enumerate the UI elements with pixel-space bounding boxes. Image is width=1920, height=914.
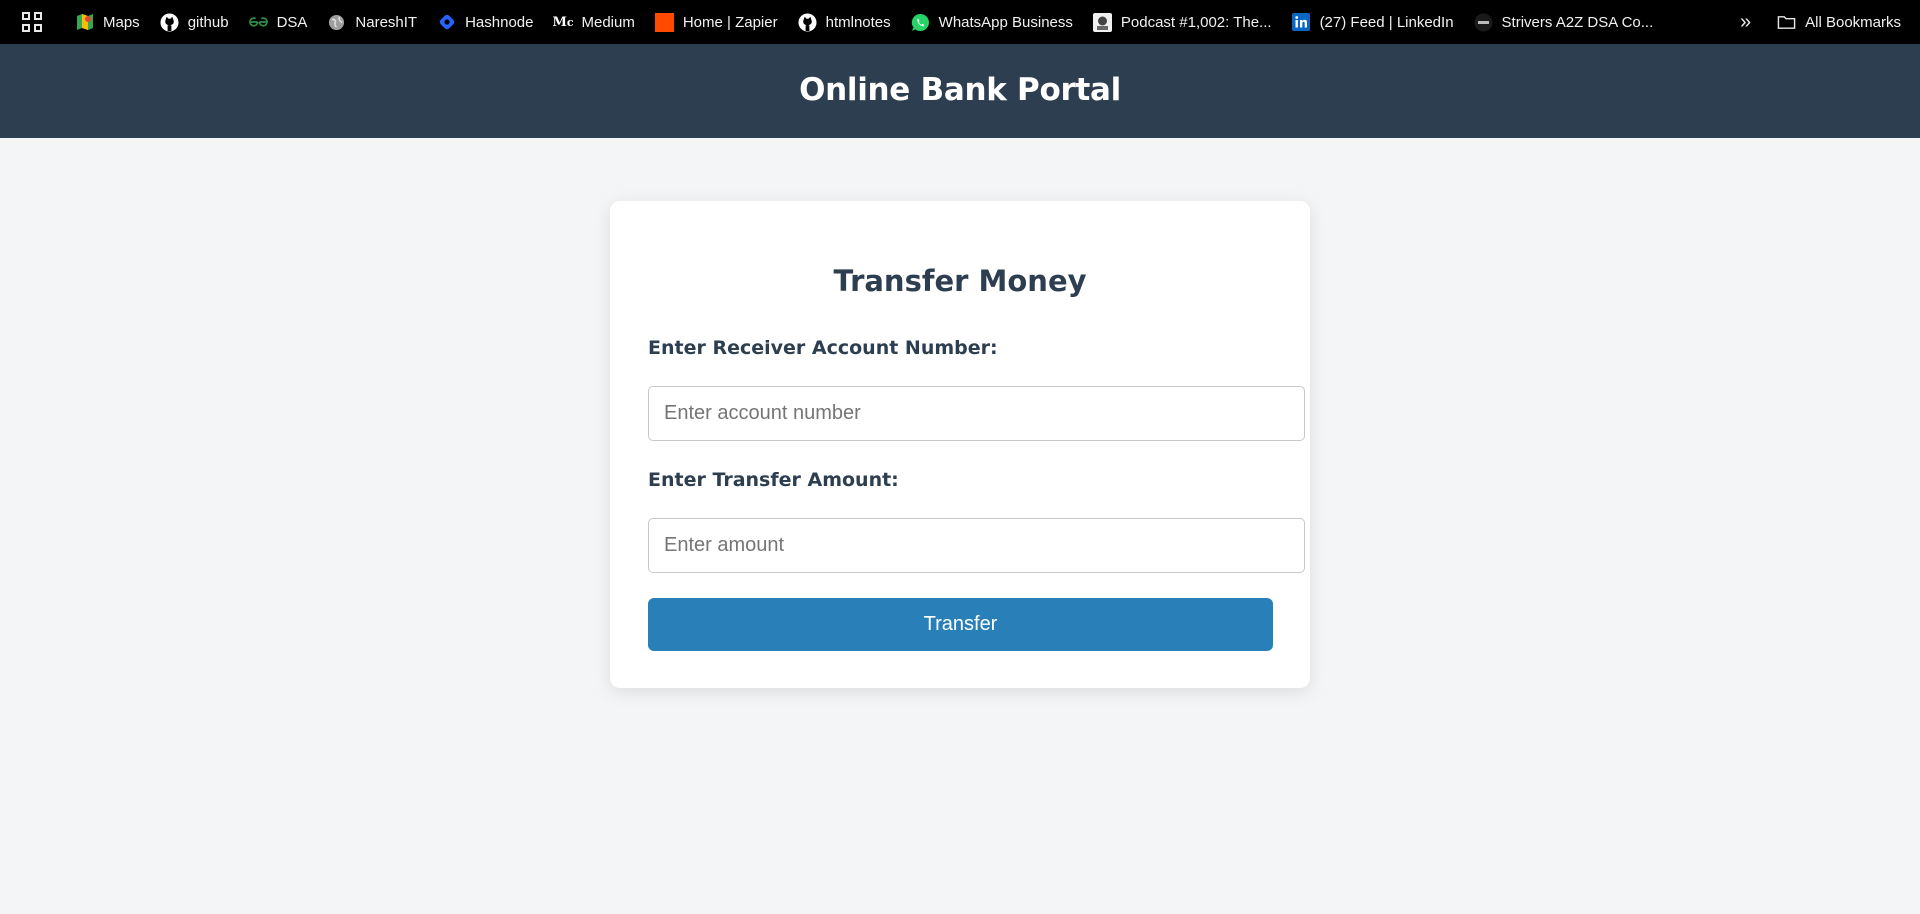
bookmarks-overflow-button[interactable]: » <box>1740 11 1751 34</box>
bookmark-label: WhatsApp Business <box>938 13 1073 31</box>
transfer-amount-label: Enter Transfer Amount: <box>648 469 899 491</box>
geeksforgeeks-icon <box>248 13 268 32</box>
globe-icon <box>327 13 346 32</box>
transfer-amount-input[interactable] <box>648 518 1305 573</box>
bookmark-zapier[interactable]: Home | Zapier <box>648 7 785 37</box>
bookmark-hashnode[interactable]: Hashnode <box>430 7 540 37</box>
bookmark-label: htmlnotes <box>825 13 891 31</box>
bookmark-label: github <box>187 13 229 31</box>
all-bookmarks-button[interactable]: All Bookmarks <box>1770 7 1908 37</box>
bookmark-linkedin[interactable]: (27) Feed | LinkedIn <box>1285 7 1461 37</box>
whatsapp-icon <box>911 13 930 32</box>
all-bookmarks-label: All Bookmarks <box>1805 13 1901 31</box>
form-title: Transfer Money <box>833 264 1087 298</box>
bookmark-whatsapp-business[interactable]: WhatsApp Business <box>904 7 1080 37</box>
bookmark-maps[interactable]: Maps <box>68 7 147 37</box>
bookmark-label: NareshIT <box>355 13 418 31</box>
account-number-label: Enter Receiver Account Number: <box>648 337 998 359</box>
app-header: Online Bank Portal <box>0 44 1920 138</box>
bookmark-label: Medium <box>581 13 635 31</box>
bookmark-strivers[interactable]: Strivers A2Z DSA Co... <box>1467 7 1661 37</box>
bookmark-label: (27) Feed | LinkedIn <box>1319 13 1454 31</box>
transfer-card: Transfer Money Enter Receiver Account Nu… <box>610 201 1310 688</box>
linkedin-icon <box>1292 13 1311 32</box>
github-icon <box>160 12 179 32</box>
hashnode-icon <box>437 13 456 32</box>
bookmark-label: Maps <box>103 13 140 31</box>
github-icon <box>798 12 817 32</box>
bookmark-label: DSA <box>276 13 308 31</box>
folder-icon <box>1777 13 1796 32</box>
page-title: Online Bank Portal <box>799 72 1121 108</box>
bookmarks-bar: Maps github DSA NareshIT Hashnode Mc Med… <box>0 0 1920 44</box>
apps-grid-icon[interactable] <box>22 12 42 32</box>
account-number-input[interactable] <box>648 386 1305 441</box>
bookmark-nareshit[interactable]: NareshIT <box>320 7 424 37</box>
maps-icon <box>75 13 94 32</box>
zapier-icon <box>654 12 674 32</box>
bookmark-medium[interactable]: Mc Medium <box>546 7 641 37</box>
bookmark-label: Hashnode <box>465 13 534 31</box>
bookmark-label: Home | Zapier <box>682 13 778 31</box>
bookmark-label: Podcast #1,002: The... <box>1120 13 1272 31</box>
bookmark-htmlnotes[interactable]: htmlnotes <box>791 7 898 37</box>
medium-icon: Mc <box>552 14 574 30</box>
bookmark-label: Strivers A2Z DSA Co... <box>1501 13 1654 31</box>
podcast-icon <box>1092 12 1112 32</box>
bookmark-podcast[interactable]: Podcast #1,002: The... <box>1086 7 1279 37</box>
bookmark-github[interactable]: github <box>153 7 236 37</box>
tuf-icon <box>1474 13 1493 32</box>
bookmark-dsa[interactable]: DSA <box>242 7 315 37</box>
transfer-button[interactable]: Transfer <box>648 598 1273 651</box>
